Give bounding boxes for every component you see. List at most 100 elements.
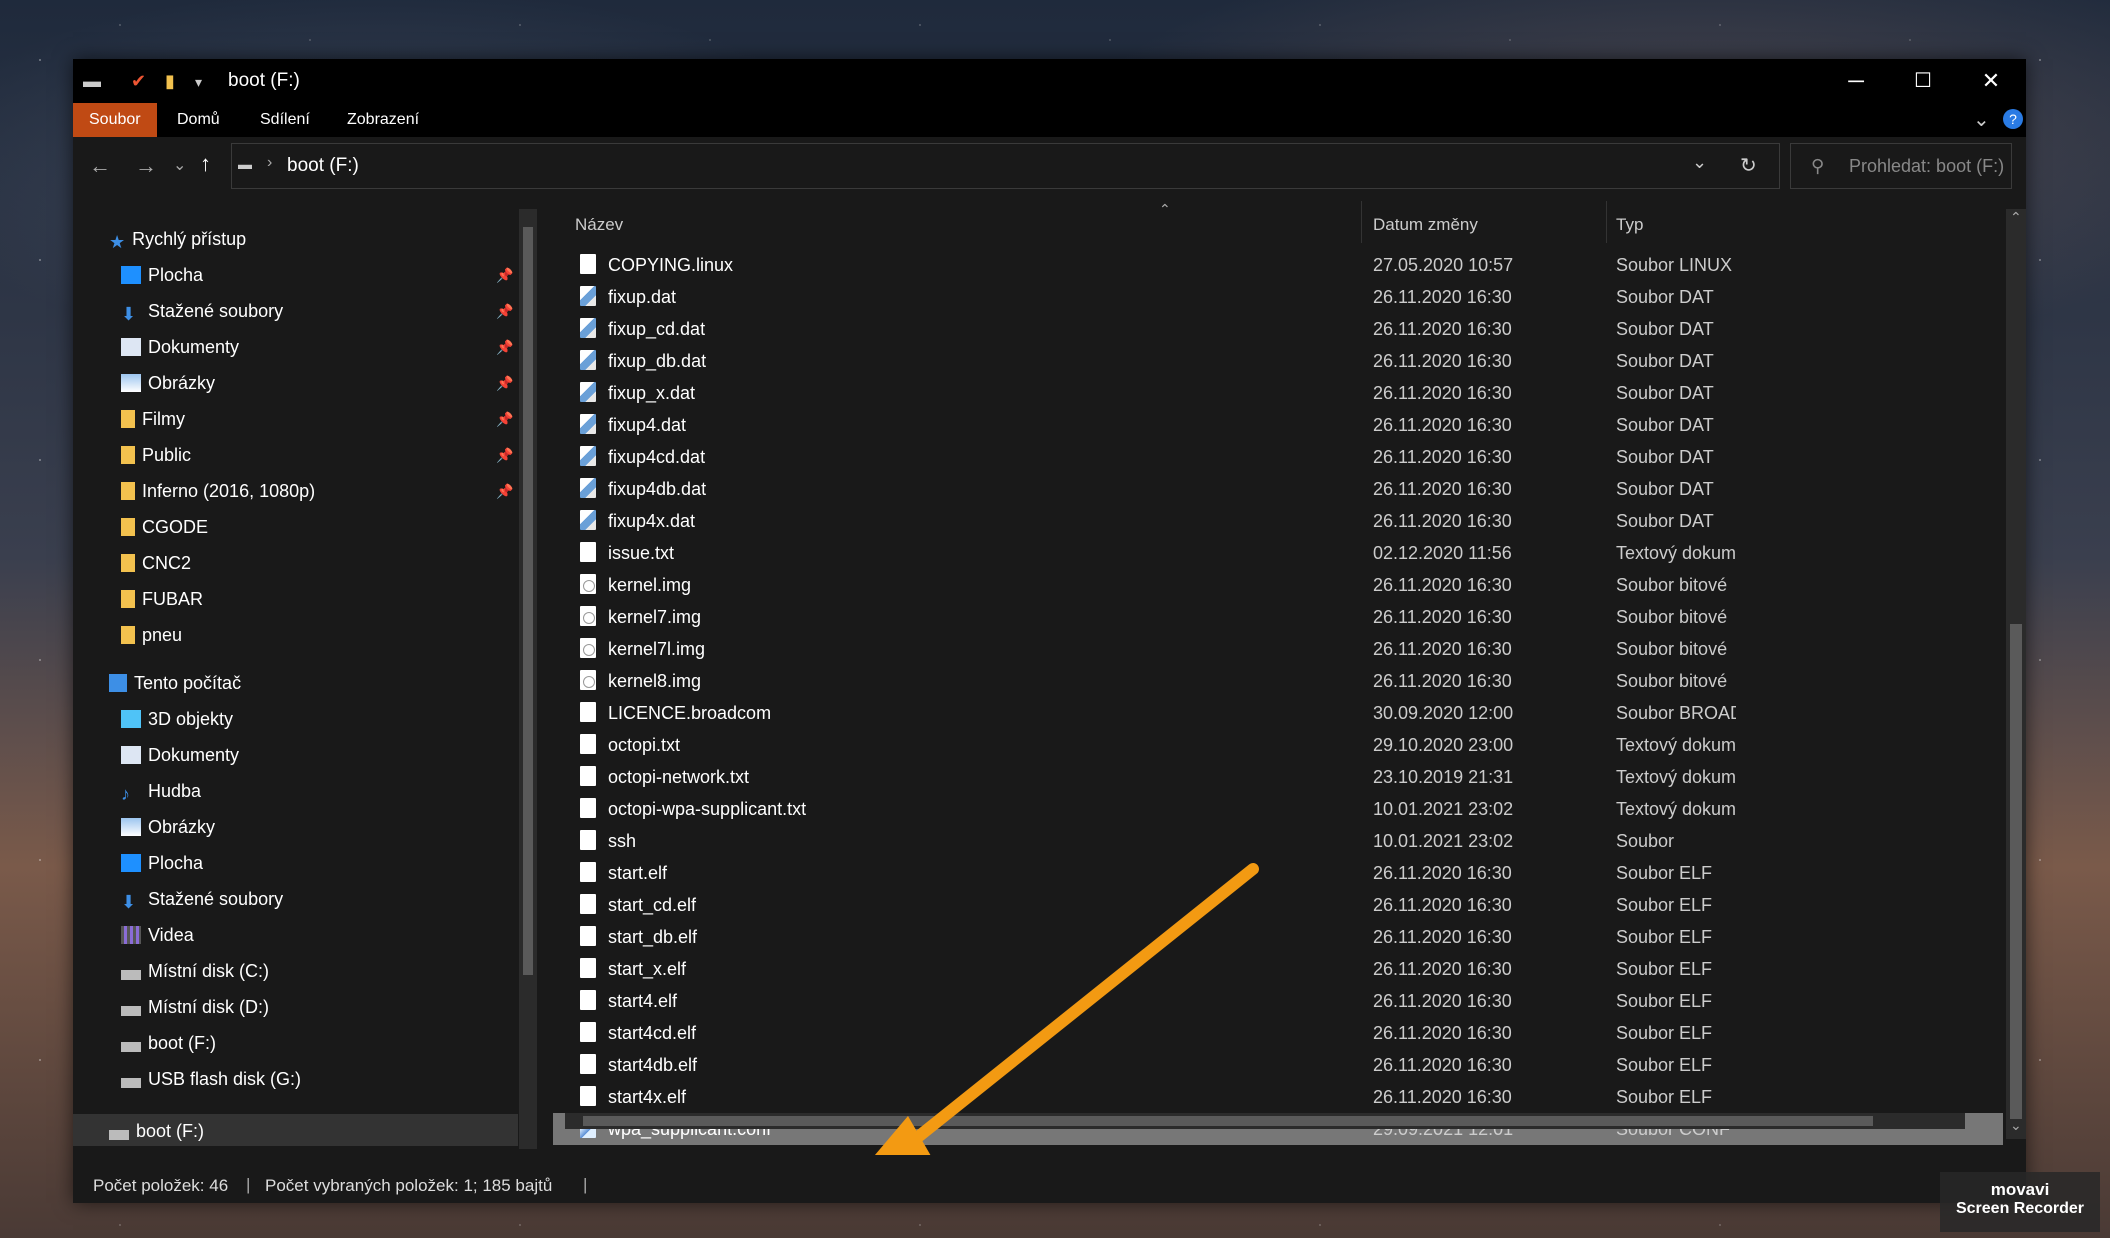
- nav-item-disk-d[interactable]: Místní disk (D:): [121, 990, 269, 1024]
- file-list-scrollbar-thumb[interactable]: [2010, 624, 2022, 1119]
- nav-item-pc-stazene[interactable]: ⬇ Stažené soubory: [121, 882, 283, 916]
- file-name[interactable]: fixup_cd.dat: [608, 319, 705, 340]
- column-divider[interactable]: [1361, 201, 1362, 243]
- nav-item-dokumenty[interactable]: Dokumenty: [121, 330, 239, 364]
- nav-item-pc-dokumenty[interactable]: Dokumenty: [121, 738, 239, 772]
- nav-item-usb-g[interactable]: USB flash disk (G:): [121, 1062, 301, 1096]
- file-name[interactable]: start4x.elf: [608, 1087, 686, 1108]
- tab-zobrazeni[interactable]: Zobrazení: [347, 103, 419, 137]
- tab-soubor[interactable]: Soubor: [73, 103, 157, 137]
- file-name[interactable]: start4db.elf: [608, 1055, 697, 1076]
- address-bar[interactable]: ▬ › boot (F:) ⌄ ↻: [231, 143, 1780, 189]
- pin-icon[interactable]: 📌: [496, 375, 513, 392]
- file-row[interactable]: fixup_db.dat 26.11.2020 16:30 Soubor DAT: [553, 345, 2003, 377]
- file-name[interactable]: fixup.dat: [608, 287, 676, 308]
- file-name[interactable]: start_cd.elf: [608, 895, 696, 916]
- pin-icon[interactable]: 📌: [496, 303, 513, 320]
- file-row[interactable]: kernel.img 26.11.2020 16:30 Soubor bitové: [553, 569, 2003, 601]
- tab-domu[interactable]: Domů: [177, 103, 220, 137]
- file-row[interactable]: start4cd.elf 26.11.2020 16:30 Soubor ELF: [553, 1017, 2003, 1049]
- file-row[interactable]: LICENCE.broadcom 30.09.2020 12:00 Soubor B…: [553, 697, 2003, 729]
- file-row[interactable]: octopi-network.txt 23.10.2019 21:31 Textov…: [553, 761, 2003, 793]
- customize-toolbar-icon[interactable]: ▾: [195, 74, 202, 91]
- file-row[interactable]: start4.elf 26.11.2020 16:30 Soubor ELF: [553, 985, 2003, 1017]
- recent-locations-icon[interactable]: ⌄: [173, 155, 186, 175]
- file-name[interactable]: fixup4.dat: [608, 415, 686, 436]
- close-button[interactable]: ✕: [1956, 59, 2026, 103]
- file-row[interactable]: start_db.elf 26.11.2020 16:30 Soubor ELF: [553, 921, 2003, 953]
- file-name[interactable]: ssh: [608, 831, 636, 852]
- pin-icon[interactable]: 📌: [496, 411, 513, 428]
- column-date[interactable]: Datum změny: [1373, 215, 1478, 235]
- column-divider[interactable]: [1606, 201, 1607, 243]
- breadcrumb-chevron-icon[interactable]: ›: [267, 154, 272, 172]
- breadcrumb-path[interactable]: boot (F:): [287, 155, 359, 177]
- file-row[interactable]: fixup4.dat 26.11.2020 16:30 Soubor DAT: [553, 409, 2003, 441]
- maximize-button[interactable]: ☐: [1888, 59, 1958, 103]
- file-row[interactable]: start_x.elf 26.11.2020 16:30 Soubor ELF: [553, 953, 2003, 985]
- nav-item-boot-f[interactable]: boot (F:): [121, 1026, 216, 1060]
- horizontal-scrollbar[interactable]: [565, 1113, 1965, 1129]
- file-row[interactable]: fixup4cd.dat 26.11.2020 16:30 Soubor DAT: [553, 441, 2003, 473]
- nav-item-overlays[interactable]: overlays: [121, 1148, 209, 1155]
- file-row[interactable]: fixup_x.dat 26.11.2020 16:30 Soubor DAT: [553, 377, 2003, 409]
- refresh-icon[interactable]: ↻: [1740, 153, 1757, 178]
- file-row[interactable]: start4db.elf 26.11.2020 16:30 Soubor ELF: [553, 1049, 2003, 1081]
- pin-icon[interactable]: 📌: [496, 267, 513, 284]
- nav-item-filmy[interactable]: Filmy: [121, 402, 185, 436]
- file-row[interactable]: COPYING.linux 27.05.2020 10:57 Soubor LINU…: [553, 249, 2003, 281]
- nav-item-cnc2[interactable]: CNC2: [121, 546, 191, 580]
- file-name[interactable]: issue.txt: [608, 543, 674, 564]
- nav-item-obrazky[interactable]: Obrázky: [121, 366, 215, 400]
- file-name[interactable]: kernel8.img: [608, 671, 701, 692]
- forward-icon[interactable]: →: [135, 153, 157, 179]
- column-name[interactable]: Název: [575, 215, 623, 235]
- pin-icon[interactable]: 📌: [496, 339, 513, 356]
- file-row[interactable]: fixup4db.dat 26.11.2020 16:30 Soubor DAT: [553, 473, 2003, 505]
- pin-icon[interactable]: 📌: [496, 483, 513, 500]
- address-dropdown-icon[interactable]: ⌄: [1692, 152, 1707, 173]
- nav-item-public[interactable]: Public: [121, 438, 191, 472]
- file-name[interactable]: fixup4db.dat: [608, 479, 706, 500]
- file-name[interactable]: kernel7.img: [608, 607, 701, 628]
- expand-ribbon-icon[interactable]: ⌄: [1973, 107, 1990, 132]
- nav-scrollbar[interactable]: [519, 209, 537, 1149]
- pin-icon[interactable]: 📌: [496, 447, 513, 464]
- file-name[interactable]: LICENCE.broadcom: [608, 703, 771, 724]
- file-name[interactable]: fixup_db.dat: [608, 351, 706, 372]
- tab-sdileni[interactable]: Sdílení: [260, 103, 310, 137]
- file-name[interactable]: fixup4x.dat: [608, 511, 695, 532]
- nav-item-3d[interactable]: 3D objekty: [121, 702, 233, 736]
- nav-item-pc-obrazky[interactable]: Obrázky: [121, 810, 215, 844]
- file-name[interactable]: COPYING.linux: [608, 255, 733, 276]
- file-row[interactable]: fixup.dat 26.11.2020 16:30 Soubor DAT: [553, 281, 2003, 313]
- search-input[interactable]: Prohledat: boot (F:): [1849, 144, 2004, 188]
- file-name[interactable]: start.elf: [608, 863, 667, 884]
- file-name[interactable]: octopi-network.txt: [608, 767, 749, 788]
- nav-item-pneu[interactable]: pneu: [121, 618, 182, 652]
- file-row[interactable]: issue.txt 02.12.2020 11:56 Textový dokum: [553, 537, 2003, 569]
- horizontal-scrollbar-thumb[interactable]: [583, 1116, 1873, 1126]
- nav-item-hudba[interactable]: ♪ Hudba: [121, 774, 201, 808]
- nav-this-pc[interactable]: Tento počítač: [109, 666, 241, 700]
- scroll-up-icon[interactable]: ⌃: [2010, 209, 2022, 226]
- back-icon[interactable]: ←: [89, 153, 111, 179]
- file-list-scrollbar[interactable]: ⌃ ⌄: [2006, 209, 2026, 1139]
- help-icon[interactable]: ?: [2003, 109, 2023, 129]
- search-box[interactable]: ⚲ Prohledat: boot (F:): [1790, 143, 2012, 189]
- nav-item-videa[interactable]: Videa: [121, 918, 194, 952]
- nav-item-inferno[interactable]: Inferno (2016, 1080p): [121, 474, 315, 508]
- file-row[interactable]: kernel7l.img 26.11.2020 16:30 Soubor bitov…: [553, 633, 2003, 665]
- up-icon[interactable]: ↑: [200, 151, 211, 177]
- nav-item-disk-c[interactable]: Místní disk (C:): [121, 954, 269, 988]
- file-row[interactable]: ssh 10.01.2021 23:02 Soubor: [553, 825, 2003, 857]
- nav-quick-access[interactable]: ★ Rychlý přístup: [109, 222, 246, 256]
- nav-scrollbar-thumb[interactable]: [523, 227, 533, 975]
- file-name[interactable]: octopi.txt: [608, 735, 680, 756]
- file-name[interactable]: start_db.elf: [608, 927, 697, 948]
- file-name[interactable]: kernel.img: [608, 575, 691, 596]
- file-name[interactable]: kernel7l.img: [608, 639, 705, 660]
- file-row[interactable]: start_cd.elf 26.11.2020 16:30 Soubor ELF: [553, 889, 2003, 921]
- file-name[interactable]: start_x.elf: [608, 959, 686, 980]
- nav-item-cgode[interactable]: CGODE: [121, 510, 208, 544]
